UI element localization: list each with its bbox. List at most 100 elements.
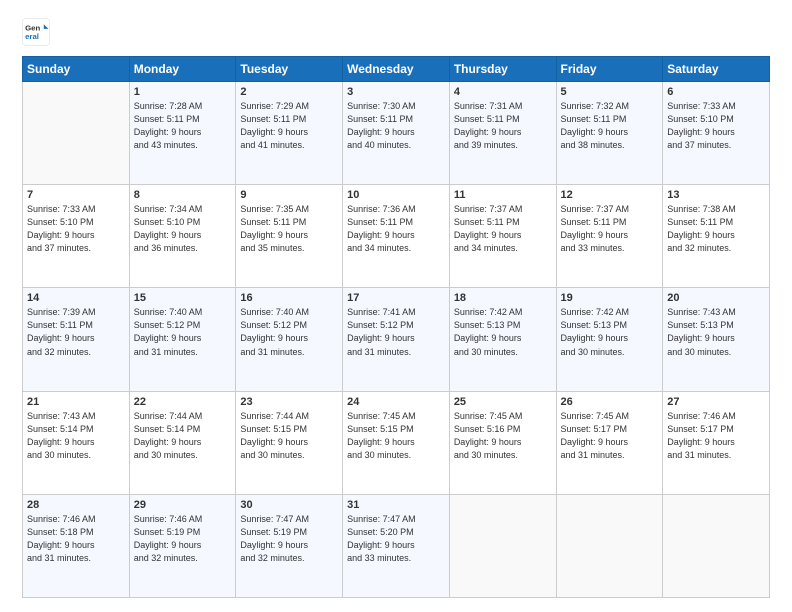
calendar-week-1: 1Sunrise: 7:28 AMSunset: 5:11 PMDaylight…: [23, 82, 770, 185]
day-info: Sunrise: 7:44 AMSunset: 5:15 PMDaylight:…: [240, 410, 338, 462]
calendar-header-friday: Friday: [556, 57, 663, 82]
calendar-cell: [663, 494, 770, 597]
calendar-cell: 16Sunrise: 7:40 AMSunset: 5:12 PMDayligh…: [236, 288, 343, 391]
calendar-cell: 1Sunrise: 7:28 AMSunset: 5:11 PMDaylight…: [129, 82, 236, 185]
day-number: 18: [454, 292, 552, 304]
calendar-week-4: 21 Sunrise: 7:43 AMSunset: 5:14 PMDayligh…: [23, 391, 770, 494]
day-info: Sunrise: 7:34 AMSunset: 5:10 PMDaylight:…: [134, 203, 232, 255]
day-number: 24: [347, 396, 445, 408]
day-info: Sunrise: 7:33 AMSunset: 5:10 PMDaylight:…: [667, 100, 765, 152]
day-number: 19: [561, 292, 659, 304]
day-info: Sunrise: 7:47 AMSunset: 5:20 PMDaylight:…: [347, 513, 445, 565]
calendar-cell: 2 Sunrise: 7:29 AMSunset: 5:11 PMDaylight…: [236, 82, 343, 185]
calendar-week-5: 28 Sunrise: 7:46 AMSunset: 5:18 PMDayligh…: [23, 494, 770, 597]
day-info: Sunrise: 7:32 AMSunset: 5:11 PMDaylight:…: [561, 100, 659, 152]
day-number: 8: [134, 189, 232, 201]
calendar-header-tuesday: Tuesday: [236, 57, 343, 82]
calendar-cell: [556, 494, 663, 597]
day-number: 14: [27, 292, 125, 304]
day-number: 23: [240, 396, 338, 408]
calendar-cell: 23 Sunrise: 7:44 AMSunset: 5:15 PMDayligh…: [236, 391, 343, 494]
day-info: Sunrise: 7:42 AMSunset: 5:13 PMDaylight:…: [561, 306, 659, 358]
calendar: SundayMondayTuesdayWednesdayThursdayFrid…: [22, 56, 770, 598]
calendar-cell: 5 Sunrise: 7:32 AMSunset: 5:11 PMDaylight…: [556, 82, 663, 185]
calendar-cell: 14 Sunrise: 7:39 AMSunset: 5:11 PMDayligh…: [23, 288, 130, 391]
day-number: 2: [240, 86, 338, 98]
day-info: Sunrise: 7:44 AMSunset: 5:14 PMDaylight:…: [134, 410, 232, 462]
calendar-cell: 10 Sunrise: 7:36 AMSunset: 5:11 PMDayligh…: [343, 185, 450, 288]
day-number: 9: [240, 189, 338, 201]
day-number: 20: [667, 292, 765, 304]
day-number: 10: [347, 189, 445, 201]
day-info: Sunrise: 7:43 AMSunset: 5:14 PMDaylight:…: [27, 410, 125, 462]
day-info: Sunrise: 7:37 AMSunset: 5:11 PMDaylight:…: [454, 203, 552, 255]
day-info: Sunrise: 7:33 AMSunset: 5:10 PMDaylight:…: [27, 203, 125, 255]
day-info: Sunrise: 7:47 AMSunset: 5:19 PMDaylight:…: [240, 513, 338, 565]
day-number: 6: [667, 86, 765, 98]
day-info: Sunrise: 7:46 AMSunset: 5:18 PMDaylight:…: [27, 513, 125, 565]
calendar-cell: 19 Sunrise: 7:42 AMSunset: 5:13 PMDayligh…: [556, 288, 663, 391]
day-number: 22: [134, 396, 232, 408]
day-info: Sunrise: 7:39 AMSunset: 5:11 PMDaylight:…: [27, 306, 125, 358]
calendar-week-2: 7Sunrise: 7:33 AMSunset: 5:10 PMDaylight…: [23, 185, 770, 288]
svg-text:Gen: Gen: [25, 23, 40, 32]
day-info: Sunrise: 7:40 AMSunset: 5:12 PMDaylight:…: [134, 306, 232, 358]
logo: Gen eral: [22, 18, 54, 46]
calendar-cell: 30 Sunrise: 7:47 AMSunset: 5:19 PMDayligh…: [236, 494, 343, 597]
day-number: 17: [347, 292, 445, 304]
day-number: 28: [27, 499, 125, 511]
calendar-cell: 21 Sunrise: 7:43 AMSunset: 5:14 PMDayligh…: [23, 391, 130, 494]
day-info: Sunrise: 7:29 AMSunset: 5:11 PMDaylight:…: [240, 100, 338, 152]
calendar-cell: 18Sunrise: 7:42 AMSunset: 5:13 PMDayligh…: [449, 288, 556, 391]
calendar-cell: 4Sunrise: 7:31 AMSunset: 5:11 PMDaylight…: [449, 82, 556, 185]
calendar-header-wednesday: Wednesday: [343, 57, 450, 82]
day-number: 5: [561, 86, 659, 98]
day-info: Sunrise: 7:45 AMSunset: 5:16 PMDaylight:…: [454, 410, 552, 462]
day-info: Sunrise: 7:46 AMSunset: 5:19 PMDaylight:…: [134, 513, 232, 565]
day-number: 30: [240, 499, 338, 511]
day-info: Sunrise: 7:35 AMSunset: 5:11 PMDaylight:…: [240, 203, 338, 255]
calendar-cell: 8 Sunrise: 7:34 AMSunset: 5:10 PMDaylight…: [129, 185, 236, 288]
calendar-cell: 12 Sunrise: 7:37 AMSunset: 5:11 PMDayligh…: [556, 185, 663, 288]
calendar-cell: [23, 82, 130, 185]
day-info: Sunrise: 7:37 AMSunset: 5:11 PMDaylight:…: [561, 203, 659, 255]
day-info: Sunrise: 7:36 AMSunset: 5:11 PMDaylight:…: [347, 203, 445, 255]
general-blue-icon: Gen eral: [22, 18, 50, 46]
calendar-cell: 31Sunrise: 7:47 AMSunset: 5:20 PMDayligh…: [343, 494, 450, 597]
calendar-cell: 29 Sunrise: 7:46 AMSunset: 5:19 PMDayligh…: [129, 494, 236, 597]
day-number: 4: [454, 86, 552, 98]
day-number: 16: [240, 292, 338, 304]
day-number: 29: [134, 499, 232, 511]
day-number: 25: [454, 396, 552, 408]
day-info: Sunrise: 7:38 AMSunset: 5:11 PMDaylight:…: [667, 203, 765, 255]
calendar-cell: 25 Sunrise: 7:45 AMSunset: 5:16 PMDayligh…: [449, 391, 556, 494]
calendar-week-3: 14 Sunrise: 7:39 AMSunset: 5:11 PMDayligh…: [23, 288, 770, 391]
calendar-cell: 6 Sunrise: 7:33 AMSunset: 5:10 PMDaylight…: [663, 82, 770, 185]
day-number: 3: [347, 86, 445, 98]
calendar-header-sunday: Sunday: [23, 57, 130, 82]
day-number: 11: [454, 189, 552, 201]
day-number: 21: [27, 396, 125, 408]
calendar-cell: 7Sunrise: 7:33 AMSunset: 5:10 PMDaylight…: [23, 185, 130, 288]
calendar-header-saturday: Saturday: [663, 57, 770, 82]
calendar-cell: 11 Sunrise: 7:37 AMSunset: 5:11 PMDayligh…: [449, 185, 556, 288]
calendar-cell: 9 Sunrise: 7:35 AMSunset: 5:11 PMDaylight…: [236, 185, 343, 288]
svg-text:eral: eral: [25, 32, 39, 41]
calendar-header-thursday: Thursday: [449, 57, 556, 82]
calendar-cell: 22 Sunrise: 7:44 AMSunset: 5:14 PMDayligh…: [129, 391, 236, 494]
day-info: Sunrise: 7:45 AMSunset: 5:15 PMDaylight:…: [347, 410, 445, 462]
day-number: 27: [667, 396, 765, 408]
day-info: Sunrise: 7:45 AMSunset: 5:17 PMDaylight:…: [561, 410, 659, 462]
day-number: 13: [667, 189, 765, 201]
calendar-cell: 27Sunrise: 7:46 AMSunset: 5:17 PMDayligh…: [663, 391, 770, 494]
day-number: 1: [134, 86, 232, 98]
day-info: Sunrise: 7:30 AMSunset: 5:11 PMDaylight:…: [347, 100, 445, 152]
day-number: 12: [561, 189, 659, 201]
calendar-cell: 28 Sunrise: 7:46 AMSunset: 5:18 PMDayligh…: [23, 494, 130, 597]
calendar-header-monday: Monday: [129, 57, 236, 82]
calendar-header-row: SundayMondayTuesdayWednesdayThursdayFrid…: [23, 57, 770, 82]
header: Gen eral: [22, 18, 770, 46]
calendar-cell: 13 Sunrise: 7:38 AMSunset: 5:11 PMDayligh…: [663, 185, 770, 288]
calendar-cell: 17Sunrise: 7:41 AMSunset: 5:12 PMDayligh…: [343, 288, 450, 391]
day-number: 26: [561, 396, 659, 408]
